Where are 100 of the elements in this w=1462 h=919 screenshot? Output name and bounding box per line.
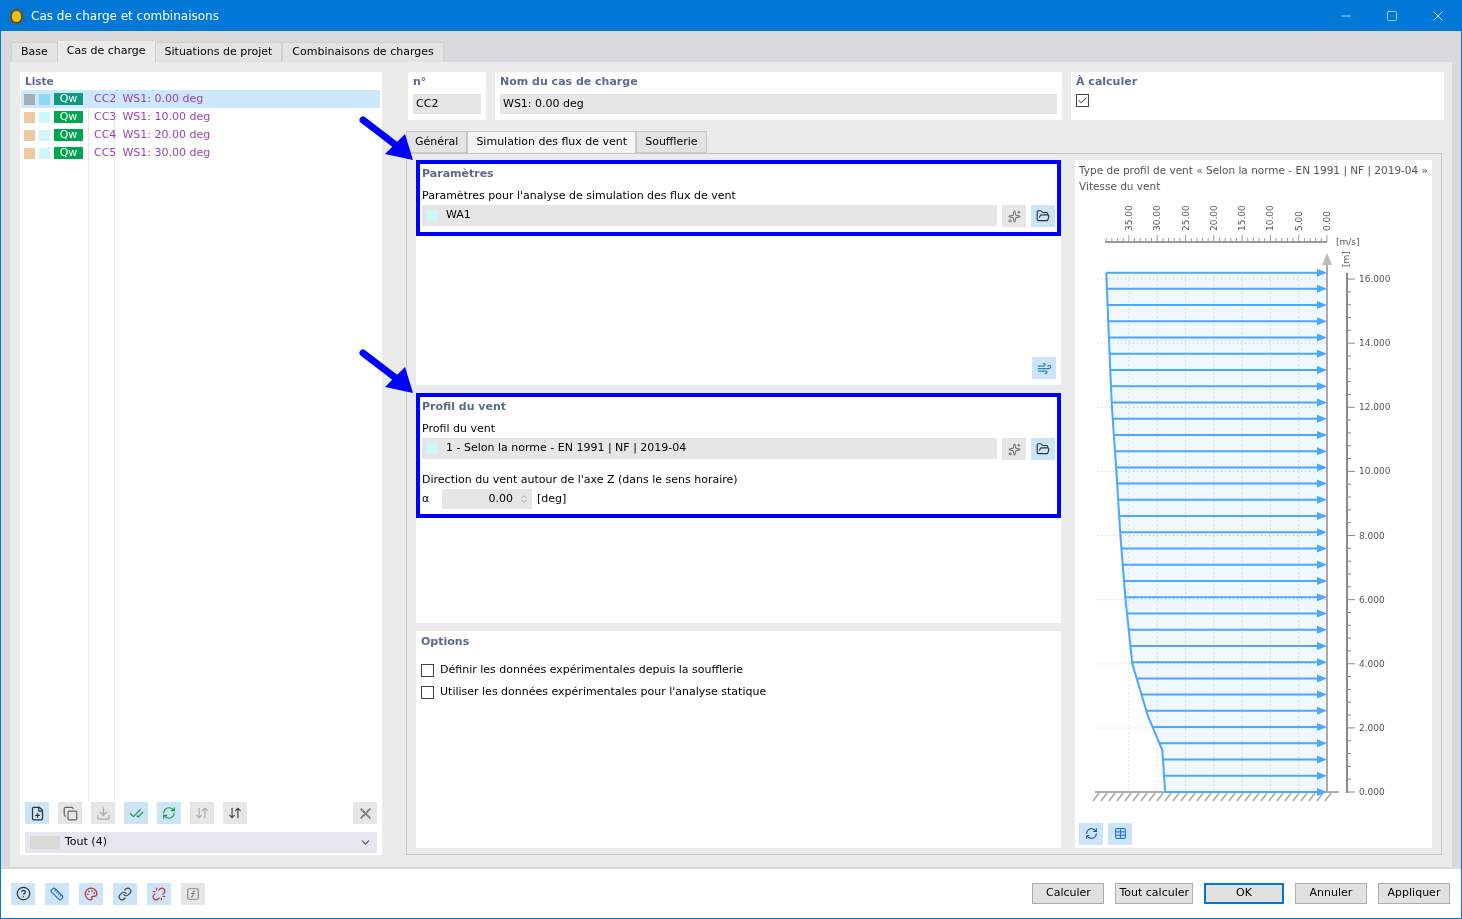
dialog-button[interactable]: Appliquer bbox=[1378, 883, 1450, 904]
y-tick-label: 10.000 bbox=[1359, 465, 1391, 476]
y-tick-label: 12.000 bbox=[1359, 401, 1391, 412]
link-icon bbox=[118, 886, 132, 901]
y-tick-label: 8.000 bbox=[1359, 530, 1385, 540]
sort-button[interactable] bbox=[223, 802, 247, 824]
folder-icon bbox=[1036, 442, 1050, 456]
x-tick-label: 5.00 bbox=[1293, 210, 1304, 231]
y-tick-label: 6.000 bbox=[1359, 594, 1385, 605]
link-button[interactable] bbox=[113, 882, 137, 905]
filter-dropdown[interactable]: Tout (4) bbox=[25, 832, 377, 853]
field-label: n° bbox=[413, 74, 428, 90]
x-tick-label: 15.00 bbox=[1237, 204, 1248, 231]
x-tick-label: 10.00 bbox=[1265, 204, 1276, 231]
unlink-button[interactable] bbox=[147, 882, 171, 905]
y-tick-label: 0.000 bbox=[1359, 786, 1385, 797]
help-icon bbox=[15, 886, 31, 901]
x-tick-label: 0.00 bbox=[1322, 210, 1332, 231]
dialog-button[interactable]: Annuler bbox=[1295, 883, 1367, 904]
checkbox[interactable] bbox=[421, 685, 434, 699]
tab[interactable]: Base bbox=[11, 42, 58, 62]
broken-link-icon bbox=[152, 886, 166, 901]
section-title: Options bbox=[421, 634, 471, 650]
function-icon bbox=[186, 886, 200, 901]
y-tick-label: 14.000 bbox=[1359, 337, 1391, 348]
x-axis-unit: [m/s] bbox=[1336, 236, 1360, 247]
ruler-icon bbox=[50, 886, 64, 901]
tab[interactable]: Situations de projet bbox=[154, 42, 283, 62]
tab[interactable]: Combinaisons de charges bbox=[282, 42, 444, 62]
formula-button[interactable] bbox=[181, 882, 205, 905]
download-icon bbox=[95, 805, 111, 821]
chart-title: Vitesse du vent bbox=[1079, 178, 1162, 194]
load-case-name: WS1: 0.00 deg bbox=[122, 90, 204, 107]
x-tick-label: 35.00 bbox=[1123, 204, 1134, 231]
field-label: Profil du vent bbox=[422, 421, 496, 437]
checkbox[interactable] bbox=[1076, 94, 1089, 107]
spinner-arrows-icon bbox=[519, 494, 529, 504]
type-tag: Qw bbox=[54, 111, 83, 123]
x-tick-label: 30.00 bbox=[1152, 204, 1163, 231]
load-case-name: WS1: 10.00 deg bbox=[122, 108, 211, 125]
parameters-select[interactable]: WA1 bbox=[422, 205, 997, 226]
checkmark-icon bbox=[1077, 95, 1088, 106]
checkbox-label: Définir les données expérimentales depuis la soufflerie bbox=[440, 661, 744, 678]
list-item[interactable]: Qw CC4 WS1: 20.00 deg bbox=[21, 126, 380, 144]
palette-icon bbox=[84, 886, 98, 901]
checkbox[interactable] bbox=[421, 663, 434, 677]
help-button[interactable] bbox=[11, 882, 35, 905]
x-tick-label: 25.00 bbox=[1180, 204, 1191, 231]
type-tag: Qw bbox=[54, 129, 83, 141]
edit-button[interactable] bbox=[1031, 438, 1055, 460]
wind-icon bbox=[1036, 360, 1052, 376]
table-icon bbox=[1113, 827, 1127, 840]
load-case-name: WS1: 30.00 deg bbox=[122, 144, 211, 161]
copy-icon bbox=[62, 805, 78, 821]
load-case-id: CC2 bbox=[94, 90, 117, 107]
list-item[interactable]: Qw CC2 WS1: 0.00 deg bbox=[21, 90, 380, 108]
type-tag: Qw bbox=[54, 93, 83, 105]
type-tag: Qw bbox=[54, 147, 83, 159]
x-tick-label: 20.00 bbox=[1208, 204, 1219, 231]
toggle-check-button[interactable] bbox=[157, 802, 181, 824]
folder-icon bbox=[1036, 209, 1050, 223]
unit-label: [deg] bbox=[537, 490, 567, 507]
sort-arrows-icon bbox=[195, 806, 209, 820]
chart-caption: Type de profil de vent « Selon la norme - EN 1991 | NF | 2019-04 » bbox=[1079, 163, 1428, 179]
tab[interactable]: Simulation des flux de vent bbox=[467, 131, 637, 153]
new-item-button[interactable] bbox=[25, 802, 49, 824]
callout-arrow bbox=[359, 116, 415, 160]
number-field[interactable]: CC2 bbox=[413, 94, 481, 114]
callout-arrow bbox=[359, 349, 415, 393]
delete-button[interactable] bbox=[353, 802, 377, 824]
wind-profile-select[interactable]: 1 - Selon la norme - EN 1991 | NF | 2019-04 bbox=[422, 438, 997, 459]
y-tick-label: 16.000 bbox=[1359, 273, 1391, 284]
tab[interactable]: Général bbox=[406, 131, 468, 153]
angle-spinner[interactable]: 0.00 bbox=[442, 489, 532, 509]
swap-view-button[interactable] bbox=[1079, 822, 1103, 845]
table-button[interactable] bbox=[1108, 822, 1132, 845]
load-case-id: CC5 bbox=[94, 144, 117, 161]
app-icon bbox=[10, 8, 23, 24]
dialog-button[interactable]: Calculer bbox=[1032, 883, 1105, 904]
load-case-id: CC3 bbox=[94, 108, 117, 125]
list-item[interactable]: Qw CC5 WS1: 30.00 deg bbox=[21, 144, 380, 162]
refresh-icon bbox=[162, 806, 176, 820]
colors-button[interactable] bbox=[79, 882, 103, 905]
field-label: Direction du vent autour de l'axe Z (dans le sens horaire) bbox=[422, 472, 739, 488]
tab[interactable]: Soufflerie bbox=[636, 131, 707, 153]
tab[interactable]: Cas de charge bbox=[57, 41, 155, 62]
list-item[interactable]: Qw CC3 WS1: 10.00 deg bbox=[21, 108, 380, 126]
dialog-button[interactable]: OK bbox=[1204, 883, 1284, 904]
edit-button[interactable] bbox=[1031, 205, 1055, 227]
units-button[interactable] bbox=[45, 882, 69, 905]
copy-button[interactable] bbox=[58, 802, 82, 824]
check-all-button[interactable] bbox=[124, 802, 148, 824]
dialog-button[interactable]: Tout calculer bbox=[1115, 883, 1193, 904]
alpha-symbol: α bbox=[422, 490, 431, 507]
new-window-icon bbox=[29, 805, 45, 821]
y-tick-label: 4.000 bbox=[1359, 658, 1385, 669]
section-title: Profil du vent bbox=[422, 399, 508, 415]
name-field[interactable]: WS1: 0.00 deg bbox=[500, 94, 1057, 114]
wind-button[interactable] bbox=[1032, 357, 1056, 379]
refresh-icon bbox=[1084, 827, 1098, 840]
